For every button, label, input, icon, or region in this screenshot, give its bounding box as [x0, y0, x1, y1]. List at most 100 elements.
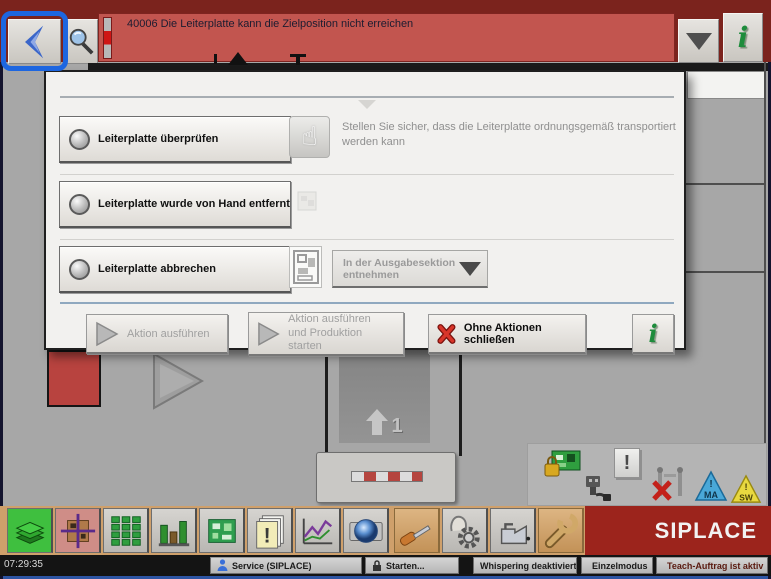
conveyor-rail-left — [325, 350, 328, 456]
siplace-brand-area: SIPLACE — [585, 506, 771, 555]
machine-state-segment: Starten... — [365, 557, 459, 574]
message-list-dropdown-button[interactable] — [678, 19, 719, 63]
screwdriver-icon — [399, 524, 431, 546]
top-info-button[interactable]: i — [723, 13, 763, 62]
hand-attention-icon: ☝ — [289, 116, 330, 158]
error-message: 40006 Die Leiterplatte kann die Zielposi… — [127, 18, 414, 30]
board-error-block[interactable] — [47, 350, 101, 407]
sw-warning-icon: ! SW — [730, 474, 762, 503]
row-separator — [60, 174, 674, 175]
taskbar-statistics-button[interactable] — [151, 508, 197, 553]
close-without-actions-button[interactable]: Ohne Aktionen schließen — [428, 314, 586, 354]
pcb-icon — [207, 518, 236, 543]
taskbar-trend-button[interactable] — [295, 508, 341, 553]
status-bar: 07:29:35 Service (SIPLACE) Starten... Wh… — [0, 555, 771, 576]
attention-box-icon: ! — [614, 448, 640, 478]
taskbar-setup-button[interactable] — [394, 508, 440, 553]
option-description: Stellen Sie sicher, dass die Leiterplatt… — [342, 121, 676, 149]
error-banner: 40006 Die Leiterplatte kann die Zielposi… — [98, 13, 675, 62]
option-cancel-board-button[interactable]: Leiterplatte abbrechen — [59, 246, 291, 293]
execute-and-start-production-button[interactable]: Aktion ausführen und Produktion starten — [248, 312, 404, 356]
board-removed-icon — [297, 191, 317, 211]
hand-gear-icon — [449, 515, 480, 549]
chevron-down-icon — [459, 261, 481, 276]
conveyor-rail-right — [459, 350, 462, 456]
svg-text:!: ! — [744, 482, 747, 492]
transport-direction-icon — [150, 350, 208, 417]
row-separator — [60, 239, 674, 240]
lock-icon — [373, 559, 381, 571]
barrier-stripes-icon — [351, 471, 423, 482]
taskbar-manual-operation-button[interactable] — [442, 508, 488, 553]
taskbar-board-position-button[interactable] — [55, 508, 101, 553]
svg-text:MA: MA — [704, 490, 718, 500]
play-icon — [258, 321, 280, 346]
machine-status-panel: ! ! MA ! SW — [527, 443, 767, 506]
radio-icon — [69, 193, 90, 215]
severity-indicator — [103, 17, 112, 59]
svg-text:!: ! — [709, 479, 712, 490]
taskbar-messages-button[interactable]: ! — [247, 508, 293, 553]
taskbar-camera-button[interactable] — [343, 508, 389, 553]
dialog-top-separator — [60, 96, 674, 98]
alert-pages-icon: ! — [255, 514, 284, 549]
user-status-segment: Service (SIPLACE) — [210, 557, 362, 574]
ma-warning-icon: ! MA — [694, 470, 728, 501]
feeder-matrix-icon — [110, 515, 141, 546]
pcb-lock-icon — [544, 450, 581, 477]
conveyor-position-marker — [228, 52, 248, 65]
single-mode-segment: T Einzelmodus — [581, 557, 653, 574]
user-icon — [217, 559, 228, 571]
svg-text:SW: SW — [739, 492, 753, 502]
wrench-icon — [544, 512, 578, 548]
siplace-logo: SIPLACE — [654, 517, 757, 543]
taskbar-maintenance-button[interactable] — [490, 508, 536, 553]
conveyor-sensor-mark-stem — [296, 57, 300, 65]
teach-status-segment: ! Teach-Auftrag ist aktiv — [656, 557, 768, 574]
screen: 40006 Die Leiterplatte kann die Zielposi… — [0, 0, 771, 579]
dialog-info-button[interactable]: i — [632, 314, 674, 354]
transport-disabled-icon — [652, 467, 683, 501]
taskbar-service-button[interactable] — [538, 508, 584, 553]
chevron-left-icon — [24, 25, 43, 58]
execute-action-button[interactable]: Aktion ausführen — [86, 314, 228, 354]
right-panel-divider — [686, 183, 766, 185]
clock: 07:29:35 — [4, 559, 43, 570]
option-board-removed-button[interactable]: Leiterplatte wurde von Hand entfernt — [59, 181, 291, 228]
radio-icon — [69, 128, 90, 150]
error-action-dialog: Leiterplatte überprüfen ☝ Stellen Sie si… — [44, 70, 686, 356]
board-stack-icon — [14, 521, 45, 544]
arrow-up-icon — [366, 409, 389, 435]
barrier-panel[interactable] — [316, 452, 456, 503]
whispering-segment: Whispering deaktiviert — [473, 557, 577, 574]
right-panel-box — [687, 71, 766, 99]
chevron-down-icon — [685, 32, 712, 50]
bar-chart-icon — [158, 520, 189, 546]
magnifier-icon — [69, 28, 94, 55]
play-icon — [96, 321, 119, 346]
camera-lens-icon — [348, 518, 383, 543]
collapse-marker-icon — [358, 100, 376, 109]
info-icon: i — [648, 318, 658, 348]
oil-can-icon — [500, 522, 530, 544]
magnifier-button[interactable] — [64, 19, 98, 64]
pcb-outline-icon — [289, 246, 322, 288]
svg-text:!: ! — [263, 524, 270, 547]
lane-number: 1 — [391, 415, 403, 437]
option-check-board-button[interactable]: Leiterplatte überprüfen — [59, 116, 291, 163]
taskbar-pcb-view-button[interactable] — [199, 508, 245, 553]
pcb-crosshair-icon — [60, 513, 95, 548]
line-graph-icon — [302, 518, 332, 544]
dialog-bottom-separator — [60, 302, 674, 304]
taskbar: ! SIPLACE — [0, 506, 771, 555]
conveyor-segment[interactable]: 1 — [339, 349, 430, 443]
taskbar-boards-button[interactable] — [7, 508, 53, 553]
conveyor-tick-mark — [214, 54, 217, 64]
top-bar: 40006 Die Leiterplatte kann die Zielposi… — [0, 0, 771, 71]
removal-location-dropdown[interactable]: In der Ausgabesektion entnehmen — [332, 250, 488, 288]
taskbar-feeder-table-button[interactable] — [103, 508, 149, 553]
radio-icon — [69, 258, 90, 280]
back-button[interactable] — [8, 19, 61, 64]
robot-plug-icon — [586, 476, 611, 501]
info-icon: i — [737, 20, 749, 54]
